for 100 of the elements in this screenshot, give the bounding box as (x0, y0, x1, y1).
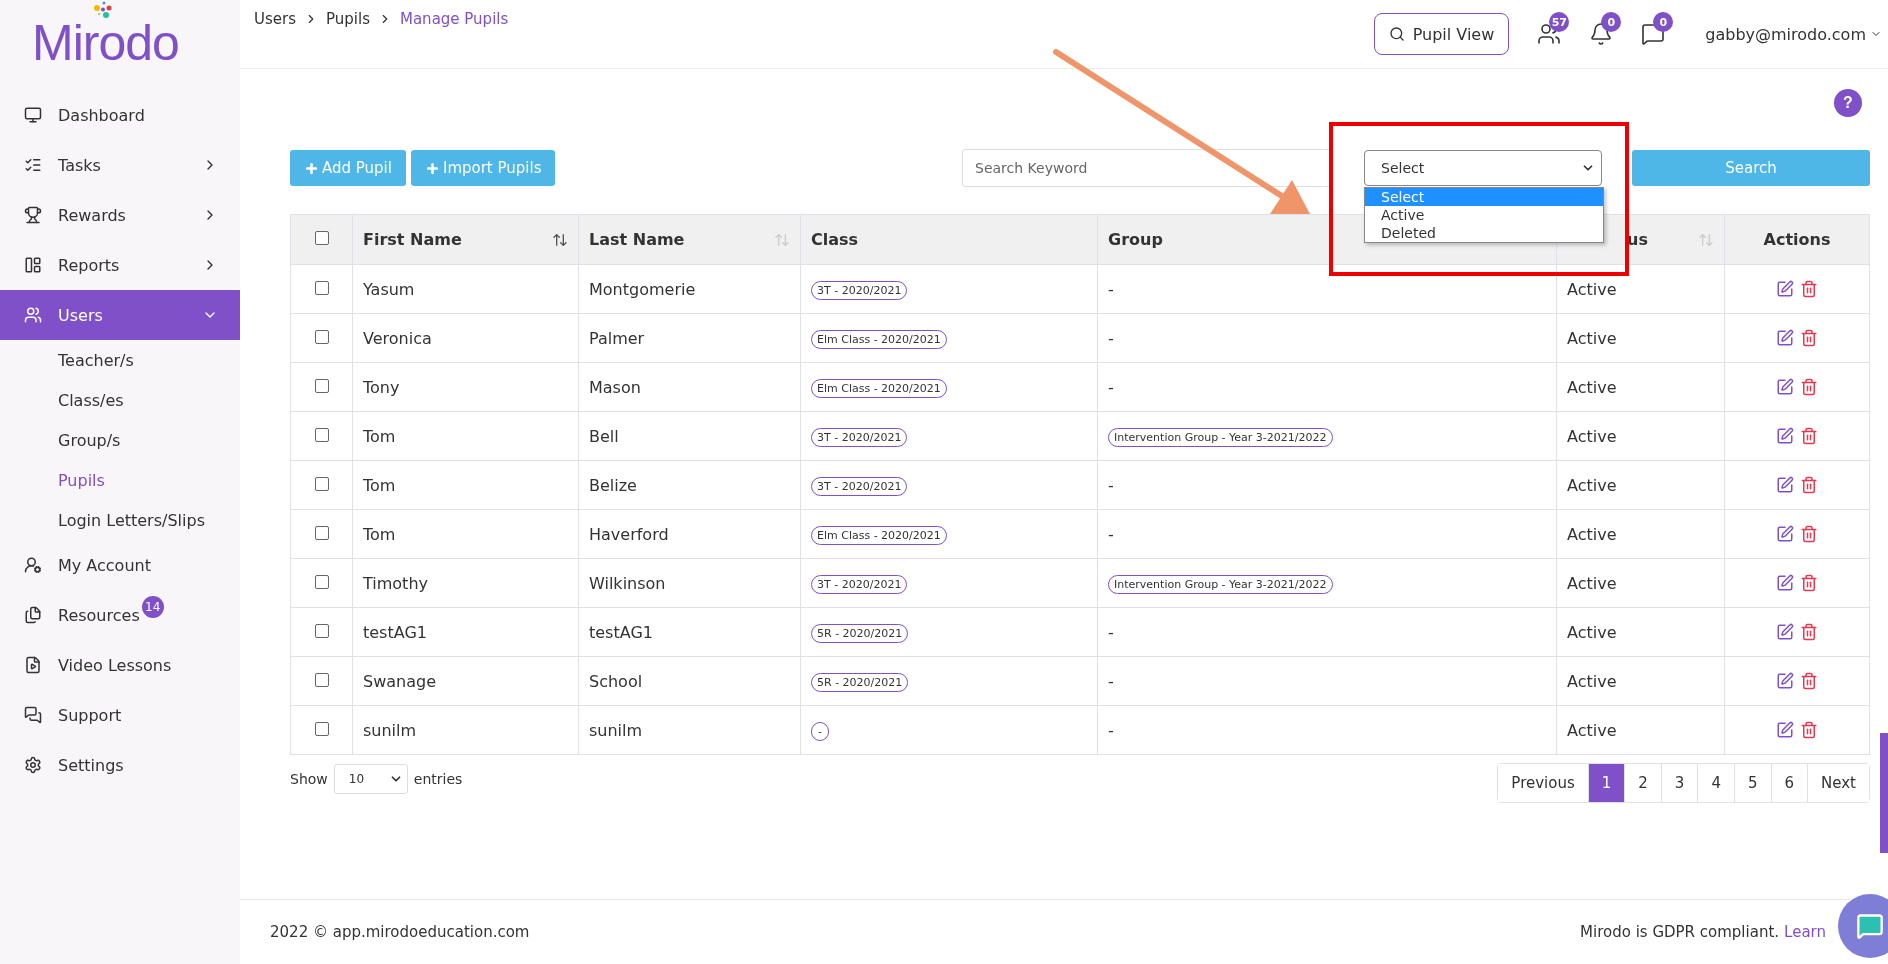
edit-icon[interactable] (1776, 672, 1794, 690)
status-select[interactable]: Select (1364, 150, 1602, 186)
row-checkbox[interactable] (314, 623, 329, 638)
table-cell: - (1108, 671, 1114, 691)
delete-icon[interactable] (1800, 574, 1818, 592)
table-cell: - (1108, 622, 1114, 642)
table-cell: Palmer (589, 328, 645, 348)
plus-icon (424, 160, 440, 176)
table-cell: testAG1 (589, 622, 653, 642)
chat-widget-icon[interactable] (1838, 894, 1888, 958)
row-checkbox[interactable] (314, 574, 329, 589)
delete-icon[interactable] (1800, 476, 1818, 494)
edit-icon[interactable] (1776, 280, 1794, 298)
documents-icon (24, 606, 42, 624)
search-icon (1388, 26, 1405, 42)
edit-icon[interactable] (1776, 427, 1794, 445)
row-checkbox[interactable] (314, 280, 329, 295)
sidebar-item[interactable]: Support (0, 690, 240, 740)
delete-icon[interactable] (1800, 672, 1818, 690)
table-cell: Active (1567, 524, 1617, 544)
table-cell: - (1108, 720, 1114, 740)
table-cell: Veronica (363, 328, 432, 348)
submenu-item[interactable]: Pupils (0, 460, 240, 500)
table-cell: Bell (589, 426, 619, 446)
count-badge: 0 (1601, 12, 1622, 32)
monitor-icon (24, 106, 42, 124)
checklist-icon (24, 156, 42, 174)
count-badge: 0 (1653, 12, 1674, 32)
row-checkbox[interactable] (314, 525, 329, 540)
breadcrumb-link[interactable]: Users (254, 10, 296, 28)
submenu-item[interactable]: Login Letters/Slips (0, 500, 240, 540)
show-label: Show (290, 771, 328, 787)
table-cell: Active (1567, 671, 1617, 691)
page-button[interactable]: 1 (1587, 764, 1625, 802)
column-header: Actions (1763, 230, 1831, 249)
sidebar-item[interactable]: Users (0, 290, 240, 340)
sidebar-item[interactable]: Rewards (0, 190, 240, 240)
table-cell: Active (1567, 573, 1617, 593)
help-button[interactable]: ? (1834, 89, 1862, 117)
user-menu[interactable]: gabby@mirodo.com (1705, 24, 1882, 44)
dropdown-option[interactable]: Deleted (1365, 224, 1603, 242)
delete-icon[interactable] (1800, 280, 1818, 298)
column-header[interactable]: First Name (363, 230, 462, 249)
edit-icon[interactable] (1776, 623, 1794, 641)
delete-icon[interactable] (1800, 623, 1818, 641)
sort-icon[interactable] (552, 231, 568, 248)
grid-icon (24, 256, 42, 274)
delete-icon[interactable] (1800, 378, 1818, 396)
select-all-checkbox[interactable] (314, 231, 329, 245)
delete-icon[interactable] (1800, 427, 1818, 445)
sidebar-item[interactable]: Tasks (0, 140, 240, 190)
submenu-item[interactable]: Teacher/s (0, 340, 240, 380)
breadcrumb-link[interactable]: Pupils (326, 10, 370, 28)
column-header: Class (811, 230, 859, 249)
dropdown-option[interactable]: Active (1365, 206, 1603, 224)
row-checkbox[interactable] (314, 672, 329, 687)
breadcrumb-link[interactable]: Manage Pupils (400, 10, 509, 28)
table-cell: testAG1 (363, 622, 427, 642)
table-cell: Active (1567, 622, 1617, 642)
table-cell: - (1108, 328, 1114, 348)
learn-link[interactable]: Learn (1784, 923, 1826, 941)
table-cell: sunilm (363, 720, 417, 740)
sidebar-item[interactable]: Settings (0, 740, 240, 790)
row-checkbox[interactable] (314, 427, 329, 442)
edit-icon[interactable] (1776, 329, 1794, 347)
plus-icon (304, 160, 319, 176)
pupil-view-button[interactable]: Pupil View (1373, 13, 1510, 55)
column-header: Group (1108, 230, 1163, 249)
table-cell: Mason (589, 377, 641, 397)
delete-icon[interactable] (1800, 525, 1818, 543)
edit-icon[interactable] (1776, 574, 1794, 592)
edit-icon[interactable] (1776, 476, 1794, 494)
next-button[interactable]: Next (1807, 764, 1869, 802)
row-checkbox[interactable] (314, 378, 329, 393)
row-checkbox[interactable] (314, 721, 329, 736)
submenu-item[interactable]: Class/es (0, 380, 240, 420)
search-field[interactable]: Search Keyword (962, 149, 1332, 187)
row-checkbox[interactable] (314, 329, 329, 344)
delete-icon[interactable] (1800, 329, 1818, 347)
sidebar-item[interactable]: Resources 14 (0, 590, 240, 640)
sidebar-item[interactable]: Reports (0, 240, 240, 290)
table-cell: - (1108, 377, 1114, 397)
table-cell: - (1108, 279, 1114, 299)
edit-icon[interactable] (1776, 525, 1794, 543)
table-cell: Active (1567, 426, 1617, 446)
delete-icon[interactable] (1800, 721, 1818, 739)
row-checkbox[interactable] (314, 476, 329, 491)
table-cell: Active (1567, 720, 1617, 740)
sidebar-item[interactable]: Video Lessons (0, 640, 240, 690)
logo: Mirodo (32, 18, 179, 68)
sidebar-item[interactable]: My Account (0, 540, 240, 590)
sidebar-item[interactable]: Dashboard (0, 90, 240, 140)
column-header[interactable]: Last Name (589, 230, 685, 249)
submenu-item[interactable]: Group/s (0, 420, 240, 460)
count-badge: 14 (141, 595, 164, 618)
table-cell: sunilm (589, 720, 643, 740)
edit-icon[interactable] (1776, 721, 1794, 739)
entries-select[interactable]: 10 (333, 764, 408, 794)
edit-icon[interactable] (1776, 378, 1794, 396)
table-cell: Active (1567, 377, 1617, 397)
